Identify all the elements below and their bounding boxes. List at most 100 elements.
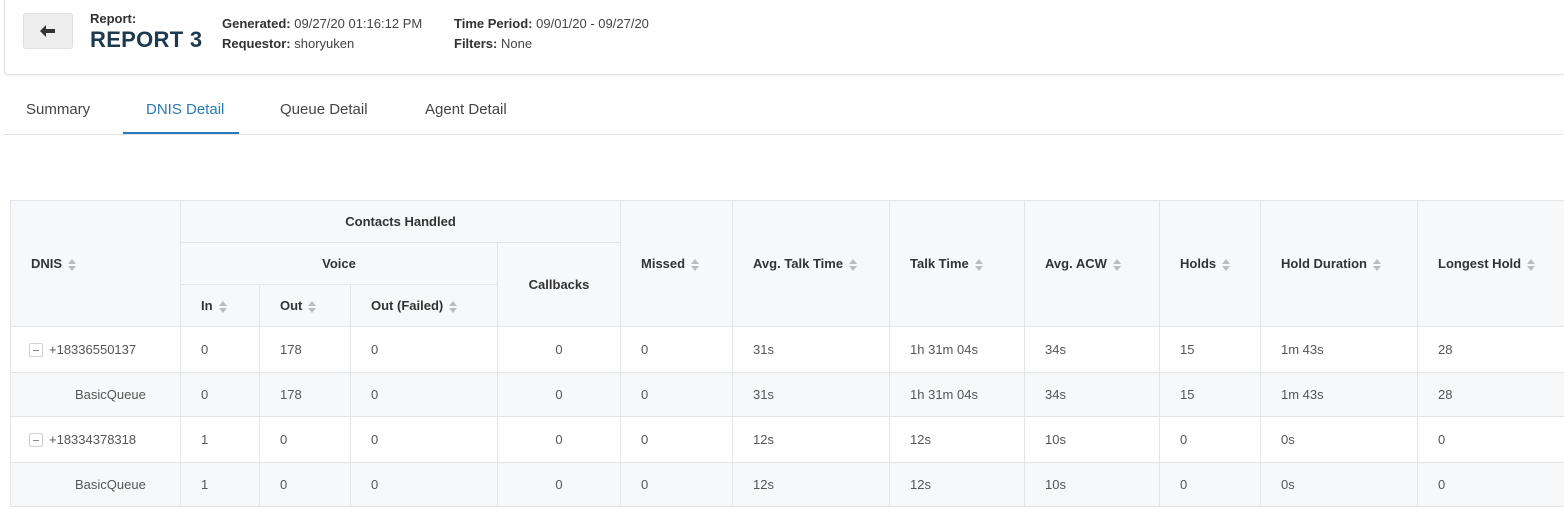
- talk-time-cell: 12s: [889, 416, 1026, 463]
- col-avg-acw-header[interactable]: Avg. ACW: [1024, 200, 1161, 327]
- requestor-meta: Requestor: shoryuken: [222, 36, 354, 51]
- col-talk-time-header[interactable]: Talk Time: [889, 200, 1026, 327]
- avg-talk-time-cell: 31s: [732, 326, 891, 373]
- avg-acw-cell: 10s: [1024, 462, 1161, 507]
- sort-icon[interactable]: [308, 300, 317, 313]
- avg-acw-cell: 34s: [1024, 326, 1161, 373]
- requestor-value: shoryuken: [294, 36, 355, 51]
- missed-cell: 0: [620, 326, 734, 373]
- sort-icon[interactable]: [218, 300, 227, 313]
- sort-icon[interactable]: [849, 258, 858, 271]
- report-label: Report:: [90, 11, 137, 26]
- col-dnis-header[interactable]: DNIS: [10, 200, 181, 327]
- report-name: REPORT 3: [90, 27, 203, 52]
- avg-acw-cell: 34s: [1024, 372, 1161, 417]
- generated-value: 09/27/20 01:16:12 PM: [294, 16, 423, 31]
- holds-cell: 15: [1159, 372, 1262, 417]
- arrow-left-icon: [40, 25, 55, 37]
- dnis-detail-table: DNIS Contacts Handled Missed Avg. Talk T…: [10, 200, 1564, 507]
- holds-cell: 0: [1159, 416, 1262, 463]
- requestor-label: Requestor:: [222, 36, 291, 51]
- active-tab-indicator: [123, 132, 239, 134]
- callbacks-cell: 0: [496, 372, 622, 417]
- callbacks-cell: 0: [496, 462, 622, 507]
- collapse-icon[interactable]: [29, 343, 43, 358]
- col-missed-header[interactable]: Missed: [620, 200, 734, 327]
- col-out-header[interactable]: Out: [259, 284, 351, 327]
- sort-icon[interactable]: [1527, 258, 1536, 271]
- avg-acw-cell: 10s: [1024, 416, 1161, 463]
- longest-hold-cell: 0: [1417, 462, 1564, 507]
- generated-meta: Generated: 09/27/20 01:16:12 PM: [222, 16, 422, 31]
- col-longest-hold-header[interactable]: Longest Hold: [1417, 200, 1564, 327]
- contacts-handled-header: Contacts Handled: [179, 200, 622, 243]
- filters-label: Filters:: [454, 36, 498, 51]
- time-period-value: 09/01/20 - 09/27/20: [536, 16, 649, 31]
- tab-summary[interactable]: Summary: [26, 84, 90, 135]
- out-cell: 0: [259, 416, 351, 463]
- out-cell: 0: [259, 462, 351, 507]
- dnis-cell: +18336550137: [10, 326, 181, 373]
- sort-icon[interactable]: [974, 258, 983, 271]
- avg-talk-time-cell: 12s: [732, 462, 891, 507]
- longest-hold-cell: 28: [1417, 372, 1564, 417]
- hold-duration-cell: 0s: [1260, 462, 1419, 507]
- queue-cell: BasicQueue: [10, 462, 181, 507]
- filters-value: None: [500, 36, 533, 51]
- hold-duration-cell: 1m 43s: [1260, 372, 1419, 417]
- collapse-icon[interactable]: [29, 433, 43, 448]
- col-out-failed-header[interactable]: Out (Failed): [350, 284, 498, 327]
- in-cell: 0: [180, 326, 260, 373]
- table-row: +18334378318 1 0 0 0 0 12s 12s 10s 0 0s …: [10, 416, 1564, 463]
- out-failed-cell: 0: [350, 462, 498, 507]
- sort-icon[interactable]: [449, 300, 458, 313]
- longest-hold-cell: 0: [1417, 416, 1564, 463]
- callbacks-cell: 0: [496, 416, 622, 463]
- dnis-cell: +18334378318: [10, 416, 181, 463]
- holds-cell: 0: [1159, 462, 1262, 507]
- in-cell: 1: [180, 462, 260, 507]
- missed-cell: 0: [620, 462, 734, 507]
- sort-icon[interactable]: [1112, 258, 1121, 271]
- missed-cell: 0: [620, 416, 734, 463]
- time-period-meta: Time Period: 09/01/20 - 09/27/20: [454, 16, 649, 31]
- back-button[interactable]: [23, 13, 73, 49]
- in-cell: 1: [180, 416, 260, 463]
- holds-cell: 15: [1159, 326, 1262, 373]
- table-row: BasicQueue 1 0 0 0 0 12s 12s 10s 0 0s 0: [10, 462, 1564, 507]
- voice-header: Voice: [180, 242, 498, 285]
- report-tabs: Summary DNIS Detail Queue Detail Agent D…: [4, 84, 1564, 135]
- avg-talk-time-cell: 31s: [732, 372, 891, 417]
- missed-cell: 0: [620, 372, 734, 417]
- callbacks-cell: 0: [496, 326, 622, 373]
- table-row: +18336550137 0 178 0 0 0 31s 1h 31m 04s …: [10, 326, 1564, 373]
- talk-time-cell: 1h 31m 04s: [889, 372, 1026, 417]
- hold-duration-cell: 1m 43s: [1260, 326, 1419, 373]
- queue-cell: BasicQueue: [10, 372, 181, 417]
- filters-meta: Filters: None: [454, 36, 532, 51]
- col-avg-talk-time-header[interactable]: Avg. Talk Time: [732, 200, 891, 327]
- out-failed-cell: 0: [350, 416, 498, 463]
- col-holds-header[interactable]: Holds: [1159, 200, 1262, 327]
- generated-label: Generated:: [222, 16, 291, 31]
- avg-talk-time-cell: 12s: [732, 416, 891, 463]
- out-failed-cell: 0: [350, 326, 498, 373]
- tab-queue-detail[interactable]: Queue Detail: [280, 84, 368, 135]
- callbacks-header: Callbacks: [496, 242, 622, 327]
- sort-icon[interactable]: [1222, 258, 1231, 271]
- longest-hold-cell: 28: [1417, 326, 1564, 373]
- sort-icon[interactable]: [68, 258, 77, 271]
- sort-icon[interactable]: [1372, 258, 1381, 271]
- table-row: BasicQueue 0 178 0 0 0 31s 1h 31m 04s 34…: [10, 372, 1564, 417]
- talk-time-cell: 1h 31m 04s: [889, 326, 1026, 373]
- tab-agent-detail[interactable]: Agent Detail: [425, 84, 507, 135]
- sort-icon[interactable]: [691, 258, 700, 271]
- out-cell: 178: [259, 326, 351, 373]
- talk-time-cell: 12s: [889, 462, 1026, 507]
- col-hold-duration-header[interactable]: Hold Duration: [1260, 200, 1419, 327]
- col-in-header[interactable]: In: [180, 284, 260, 327]
- report-header: Report: REPORT 3 Generated: 09/27/20 01:…: [4, 0, 1564, 75]
- out-failed-cell: 0: [350, 372, 498, 417]
- tab-dnis-detail[interactable]: DNIS Detail: [146, 84, 224, 135]
- hold-duration-cell: 0s: [1260, 416, 1419, 463]
